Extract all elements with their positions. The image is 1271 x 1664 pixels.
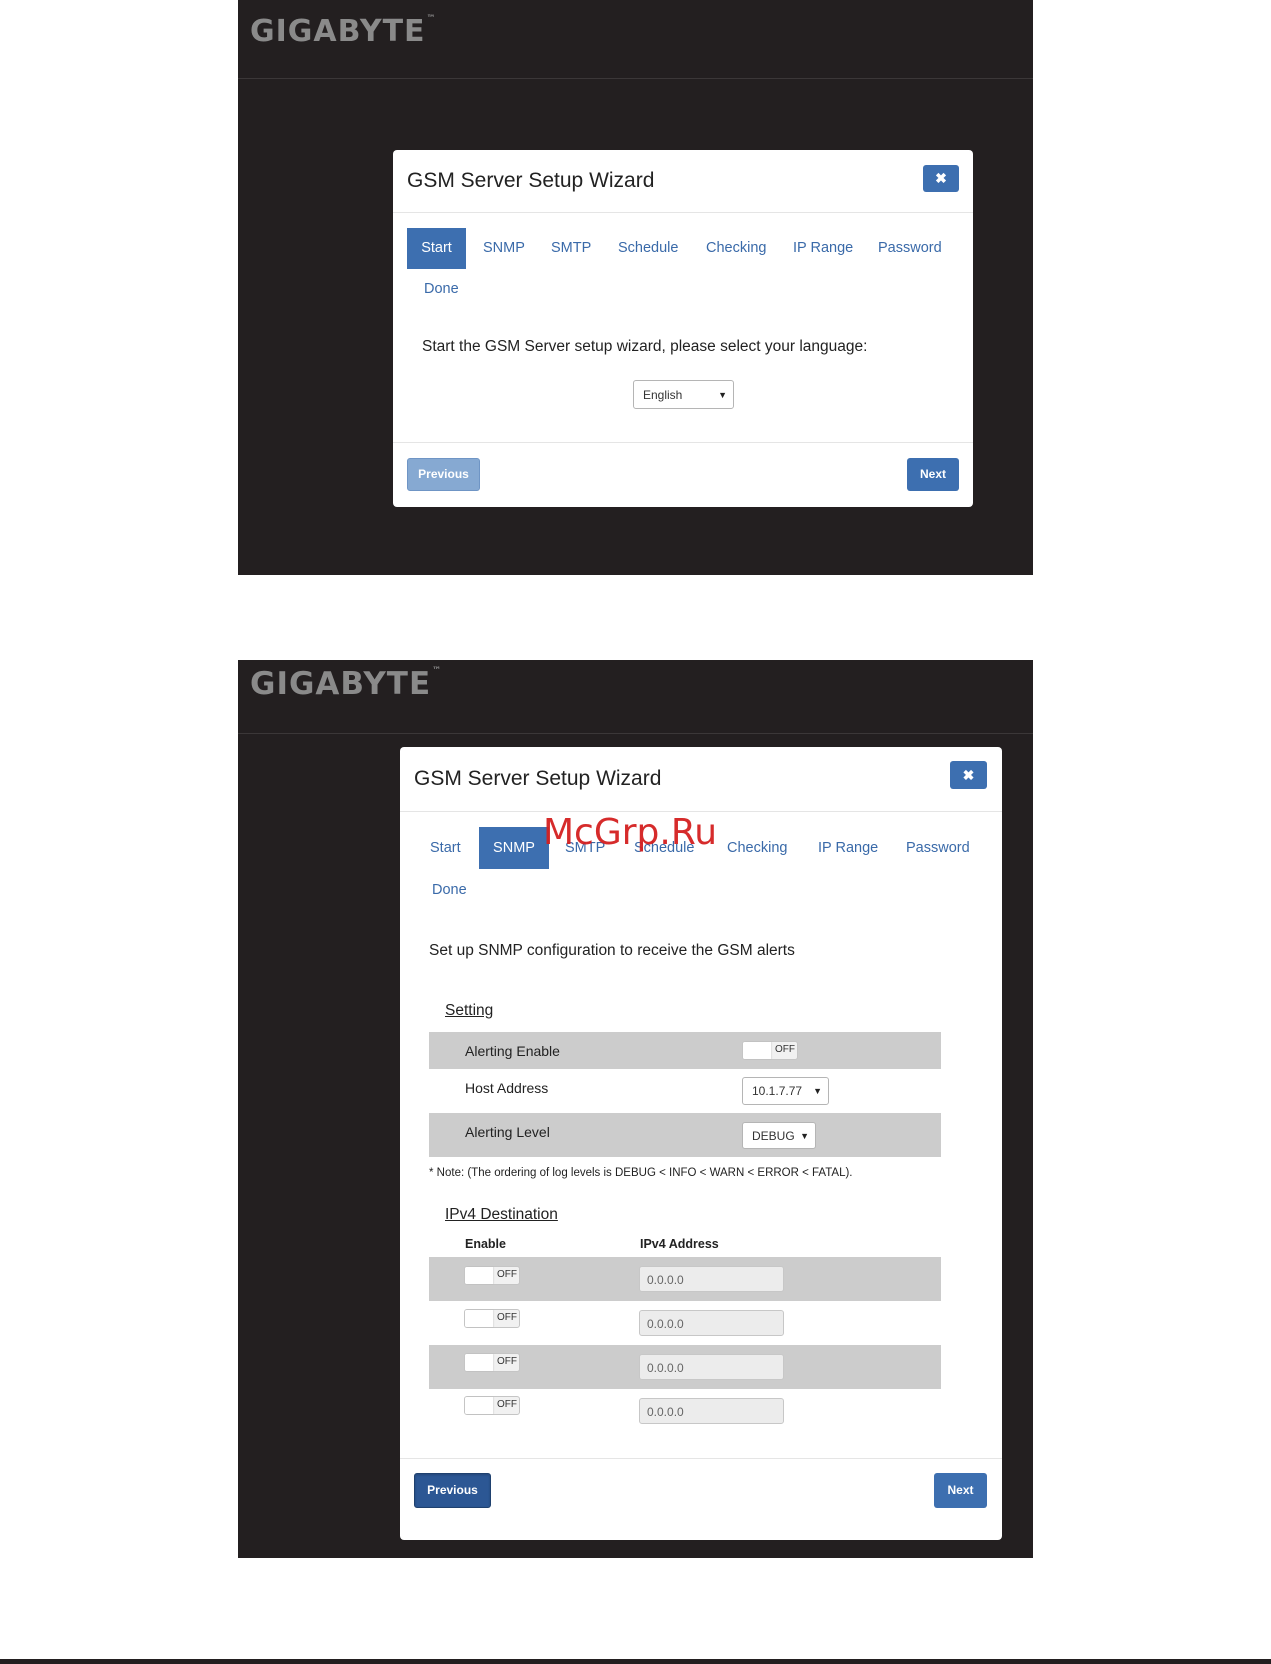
gigabyte-logo: GIGABYTE™: [250, 666, 443, 702]
destination-ip-input[interactable]: 0.0.0.0: [639, 1354, 784, 1380]
previous-button[interactable]: Previous: [414, 1473, 491, 1508]
chevron-down-icon: ▼: [813, 1086, 822, 1096]
destination-row: OFF 0.0.0.0: [429, 1257, 941, 1301]
alerting-level-select[interactable]: DEBUG ▼: [742, 1122, 816, 1149]
destination-row: OFF 0.0.0.0: [429, 1301, 941, 1345]
tab-done[interactable]: Done: [432, 882, 467, 898]
host-address-row: Host Address 10.1.7.77 ▼: [429, 1069, 941, 1113]
col-address-header: IPv4 Address: [640, 1237, 719, 1251]
chevron-down-icon: ▼: [718, 389, 727, 400]
alerting-enable-toggle[interactable]: OFF: [742, 1041, 798, 1060]
tab-password[interactable]: Password: [906, 840, 970, 856]
destination-ip-input[interactable]: 0.0.0.0: [639, 1398, 784, 1424]
col-enable-header: Enable: [465, 1237, 506, 1251]
modal-title: GSM Server Setup Wizard: [407, 169, 655, 192]
modal-title: GSM Server Setup Wizard: [414, 767, 662, 790]
modal-footer: Previous Next: [400, 1458, 1002, 1541]
tab-snmp[interactable]: SNMP: [479, 827, 549, 869]
tab-ip-range[interactable]: IP Range: [793, 240, 853, 256]
close-button[interactable]: ✖: [923, 165, 959, 192]
destination-row: OFF 0.0.0.0: [429, 1345, 941, 1389]
log-level-note: * Note: (The ordering of log levels is D…: [429, 1167, 853, 1179]
setup-wizard-modal: GSM Server Setup Wizard ✖ Start SNMP SMT…: [400, 747, 1002, 1540]
destination-ip-input[interactable]: 0.0.0.0: [639, 1266, 784, 1292]
destination-row: OFF 0.0.0.0: [429, 1389, 941, 1433]
tab-start[interactable]: Start: [407, 228, 466, 269]
screenshot-start-step: GIGABYTE™ GSM Server Setup Wizard ✖ Star…: [238, 0, 1033, 575]
screenshot-snmp-step: GIGABYTE™ GSM Server Setup Wizard ✖ Star…: [238, 660, 1033, 1558]
gigabyte-logo: GIGABYTE™: [250, 14, 437, 49]
language-prompt: Start the GSM Server setup wizard, pleas…: [422, 338, 868, 355]
alerting-level-label: Alerting Level: [465, 1124, 550, 1140]
destination-enable-toggle[interactable]: OFF: [464, 1309, 520, 1328]
destination-enable-toggle[interactable]: OFF: [464, 1396, 520, 1415]
tab-checking[interactable]: Checking: [727, 840, 787, 856]
tab-ip-range[interactable]: IP Range: [818, 840, 878, 856]
alerting-enable-row: Alerting Enable OFF: [429, 1032, 941, 1069]
tab-checking[interactable]: Checking: [706, 240, 766, 256]
tab-snmp[interactable]: SNMP: [483, 240, 525, 256]
tab-password[interactable]: Password: [878, 240, 942, 256]
page-bottom-rule: [0, 1659, 1271, 1664]
alerting-level-row: Alerting Level DEBUG ▼: [429, 1113, 941, 1157]
close-button[interactable]: ✖: [950, 761, 987, 789]
watermark-text: McGrp.Ru: [543, 812, 718, 853]
next-button[interactable]: Next: [907, 458, 959, 491]
tab-smtp[interactable]: SMTP: [551, 240, 591, 256]
tab-schedule[interactable]: Schedule: [618, 240, 678, 256]
next-button[interactable]: Next: [934, 1473, 987, 1508]
tab-start[interactable]: Start: [430, 840, 461, 856]
alerting-enable-label: Alerting Enable: [465, 1043, 560, 1059]
destination-enable-toggle[interactable]: OFF: [464, 1353, 520, 1372]
ipv4-heading: IPv4 Destination: [445, 1206, 558, 1223]
host-address-select[interactable]: 10.1.7.77 ▼: [742, 1077, 829, 1105]
setting-heading: Setting: [445, 1002, 494, 1019]
modal-header: GSM Server Setup Wizard ✖: [393, 150, 973, 213]
modal-footer: Previous Next: [393, 442, 973, 508]
language-select[interactable]: English ▼: [633, 380, 734, 409]
tab-done[interactable]: Done: [424, 281, 459, 297]
previous-button[interactable]: Previous: [407, 458, 480, 491]
header-divider: [238, 78, 1033, 79]
destination-enable-toggle[interactable]: OFF: [464, 1266, 520, 1285]
setup-wizard-modal: GSM Server Setup Wizard ✖ Start SNMP SMT…: [393, 150, 973, 507]
destination-ip-input[interactable]: 0.0.0.0: [639, 1310, 784, 1336]
snmp-intro: Set up SNMP configuration to receive the…: [429, 942, 795, 959]
modal-header: GSM Server Setup Wizard ✖: [400, 747, 1002, 812]
header-divider: [238, 733, 1033, 734]
host-address-label: Host Address: [465, 1080, 549, 1096]
chevron-down-icon: ▼: [800, 1130, 809, 1141]
